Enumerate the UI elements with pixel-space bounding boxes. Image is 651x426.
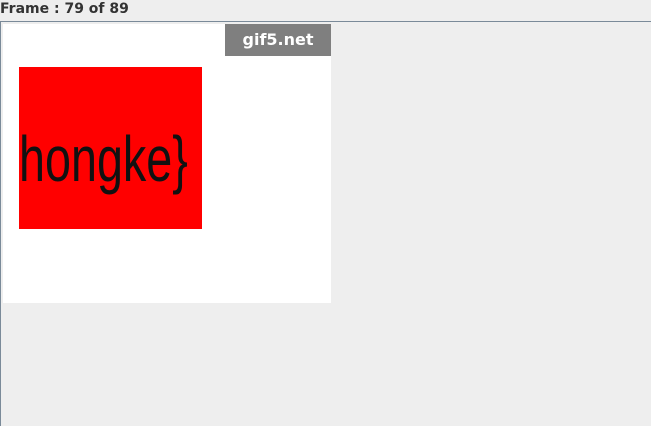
frame-counter-label: Frame : 79 of 89	[0, 1, 129, 17]
frame-viewport: gif5.net hongke}	[0, 21, 651, 426]
gif-frame-viewer: Frame : 79 of 89 gif5.net hongke}	[0, 0, 651, 426]
red-text-box: hongke}	[19, 67, 202, 229]
frame-text: hongke}	[19, 123, 188, 195]
frame-image: gif5.net hongke}	[3, 24, 331, 303]
watermark-badge: gif5.net	[225, 24, 331, 56]
